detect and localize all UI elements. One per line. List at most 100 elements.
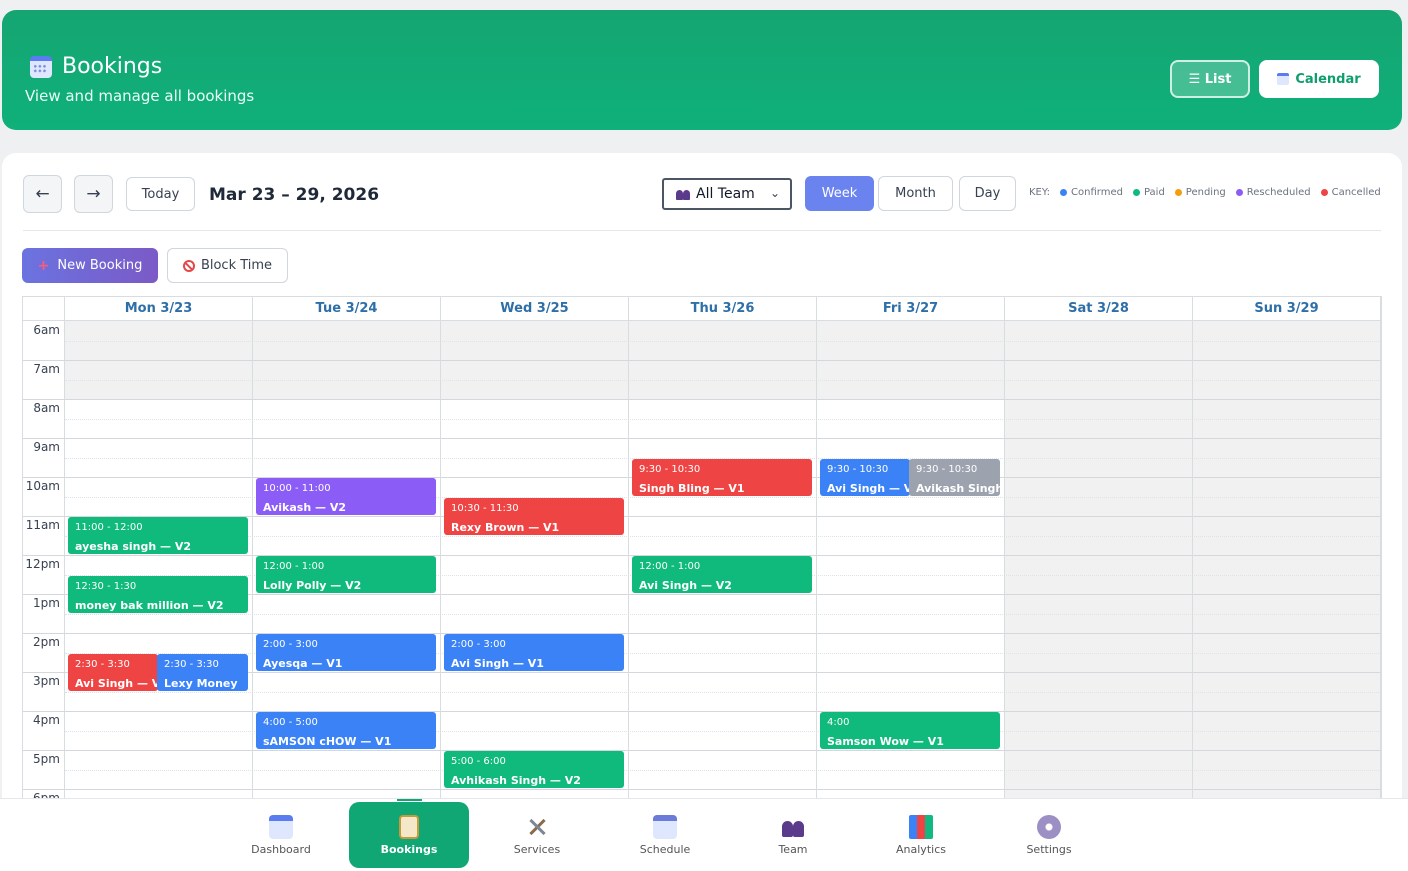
day-header[interactable]: Thu 3/26 bbox=[629, 297, 817, 321]
hour-line bbox=[23, 438, 1381, 439]
booking-event[interactable]: 11:00 - 12:00 ayesha singh — V2 bbox=[68, 517, 248, 554]
page-header: Bookings View and manage all bookings ☰ … bbox=[2, 10, 1402, 130]
hour-line bbox=[23, 633, 1381, 634]
booking-time: 2:00 - 3:00 bbox=[451, 639, 506, 650]
booking-time: 4:00 bbox=[827, 717, 850, 728]
booking-client: Avi Singh — V1 bbox=[75, 676, 158, 690]
nav-item-schedule[interactable]: Schedule bbox=[605, 802, 725, 868]
time-label: 3pm bbox=[23, 672, 65, 711]
booking-client: Avikash Singh bbox=[916, 481, 1000, 495]
booking-event[interactable]: 2:30 - 3:30 Avi Singh — V1 bbox=[68, 653, 158, 691]
booking-event[interactable]: 12:00 - 1:00 Lolly Polly — V2 bbox=[256, 556, 436, 593]
key-rescheduled: Rescheduled bbox=[1246, 187, 1311, 198]
booking-time: 9:30 - 10:30 bbox=[916, 463, 978, 475]
day-column-line bbox=[440, 321, 441, 816]
booking-client: Lolly Polly — V2 bbox=[263, 579, 362, 592]
new-booking-button[interactable]: + New Booking bbox=[22, 248, 158, 283]
key-cancelled: Cancelled bbox=[1331, 187, 1381, 198]
cancelled-dot bbox=[1320, 189, 1328, 196]
nav-item-services[interactable]: Services bbox=[477, 802, 597, 868]
chevron-down-icon: ⌄ bbox=[769, 186, 780, 200]
day-header[interactable]: Sun 3/29 bbox=[1193, 297, 1381, 321]
tools-icon bbox=[525, 815, 549, 839]
booking-event[interactable]: 4:00 - 5:00 sAMSON cHOW — V1 bbox=[256, 712, 436, 749]
day-header[interactable]: Wed 3/25 bbox=[441, 297, 629, 321]
nav-item-label: Schedule bbox=[639, 842, 691, 856]
list-view-button[interactable]: ☰ List bbox=[1170, 60, 1250, 98]
booking-client: Avi Singh — V2 bbox=[639, 579, 732, 592]
booking-event[interactable]: 2:00 - 3:00 Ayesqa — V1 bbox=[256, 634, 436, 671]
confirmed-dot bbox=[1060, 189, 1068, 196]
page-title: Bookings bbox=[30, 54, 162, 79]
new-booking-label: New Booking bbox=[57, 258, 143, 273]
booking-event[interactable]: 10:00 - 11:00 Avikash — V2 bbox=[256, 478, 436, 515]
nav-item-label: Dashboard bbox=[251, 842, 311, 856]
toolbar-divider bbox=[23, 230, 1381, 231]
key-confirmed: Confirmed bbox=[1071, 187, 1123, 198]
rescheduled-dot bbox=[1235, 189, 1243, 196]
booking-event[interactable]: 4:00 Samson Wow — V1 bbox=[820, 712, 1000, 749]
booking-event[interactable]: 9:30 - 10:30 Avikash Singh bbox=[909, 458, 1000, 496]
prev-week-button[interactable]: ← bbox=[23, 175, 62, 213]
people-icon bbox=[781, 815, 805, 839]
key-pending: Pending bbox=[1185, 187, 1226, 198]
day-view-button[interactable]: Day bbox=[959, 176, 1016, 211]
paid-dot bbox=[1132, 189, 1140, 196]
month-view-button[interactable]: Month bbox=[878, 176, 953, 211]
booking-event[interactable]: 12:30 - 1:30 money bak million — V2 bbox=[68, 575, 248, 613]
page-title-text: Bookings bbox=[62, 54, 163, 79]
next-week-button[interactable]: → bbox=[74, 175, 113, 213]
time-label: 6am bbox=[23, 321, 65, 360]
calendar-view-button[interactable]: Calendar bbox=[1259, 60, 1379, 98]
time-label: 2pm bbox=[23, 633, 65, 672]
booking-time: 2:30 - 3:30 bbox=[75, 658, 130, 670]
time-label: 10am bbox=[23, 477, 65, 516]
week-view-button[interactable]: Week bbox=[805, 176, 874, 211]
day-header[interactable]: Mon 3/23 bbox=[65, 297, 253, 321]
today-button[interactable]: Today bbox=[126, 177, 195, 211]
nav-item-dashboard[interactable]: Dashboard bbox=[221, 802, 341, 868]
booking-client: ayesha singh — V2 bbox=[75, 540, 192, 553]
day-header[interactable]: Sat 3/28 bbox=[1005, 297, 1193, 321]
booking-client: Avi Singh — V1 bbox=[827, 481, 910, 495]
clipboard-icon bbox=[399, 814, 419, 839]
dashboard-icon bbox=[269, 814, 293, 839]
booking-event[interactable]: 10:30 - 11:30 Rexy Brown — V1 bbox=[444, 497, 624, 535]
bar-chart-icon bbox=[909, 814, 933, 839]
booking-event[interactable]: 2:00 - 3:00 Avi Singh — V1 bbox=[444, 634, 624, 671]
booking-client: Singh Bling — V1 bbox=[639, 481, 745, 495]
time-label: 5pm bbox=[23, 750, 65, 789]
nav-item-analytics[interactable]: Analytics bbox=[861, 802, 981, 868]
nav-item-label: Bookings bbox=[380, 842, 438, 856]
block-time-button[interactable]: Block Time bbox=[167, 248, 288, 283]
nav-item-team[interactable]: Team bbox=[733, 802, 853, 868]
booking-client: Rexy Brown — V1 bbox=[451, 520, 560, 534]
team-select[interactable]: All Team ⌄ bbox=[662, 178, 792, 210]
nav-item-bookings[interactable]: Bookings bbox=[349, 802, 469, 868]
hour-line bbox=[23, 360, 1381, 361]
booking-event[interactable]: 2:30 - 3:30 Lexy Money bbox=[157, 653, 248, 691]
booking-time: 2:30 - 3:30 bbox=[164, 658, 219, 670]
day-column-line bbox=[628, 321, 629, 816]
bottom-nav: Dashboard Bookings Services Schedule Team Ana… bbox=[0, 798, 1408, 871]
booking-client: Ayesqa — V1 bbox=[263, 657, 343, 670]
booking-event[interactable]: 12:00 - 1:00 Avi Singh — V2 bbox=[632, 556, 812, 593]
time-label: 8am bbox=[23, 399, 65, 438]
active-indicator bbox=[397, 799, 422, 801]
booking-event[interactable]: 9:30 - 10:30 Singh Bling — V1 bbox=[632, 458, 812, 496]
time-label: 12pm bbox=[23, 555, 65, 594]
nav-item-settings[interactable]: Settings bbox=[989, 802, 1109, 868]
booking-time: 4:00 - 5:00 bbox=[263, 717, 318, 728]
booking-time: 12:00 - 1:00 bbox=[639, 561, 701, 572]
day-header[interactable]: Tue 3/24 bbox=[253, 297, 441, 321]
calendar-icon bbox=[30, 55, 52, 78]
booking-time: 11:00 - 12:00 bbox=[75, 522, 143, 533]
time-label: 4pm bbox=[23, 711, 65, 750]
pending-dot bbox=[1174, 189, 1182, 196]
booking-event[interactable]: 9:30 - 10:30 Avi Singh — V1 bbox=[820, 458, 910, 496]
booking-time: 10:30 - 11:30 bbox=[451, 502, 519, 514]
booking-time: 12:30 - 1:30 bbox=[75, 580, 137, 592]
calendar-icon bbox=[1277, 73, 1290, 85]
booking-event[interactable]: 5:00 - 6:00 Avhikash Singh — V2 bbox=[444, 751, 624, 788]
day-header[interactable]: Fri 3/27 bbox=[817, 297, 1005, 321]
